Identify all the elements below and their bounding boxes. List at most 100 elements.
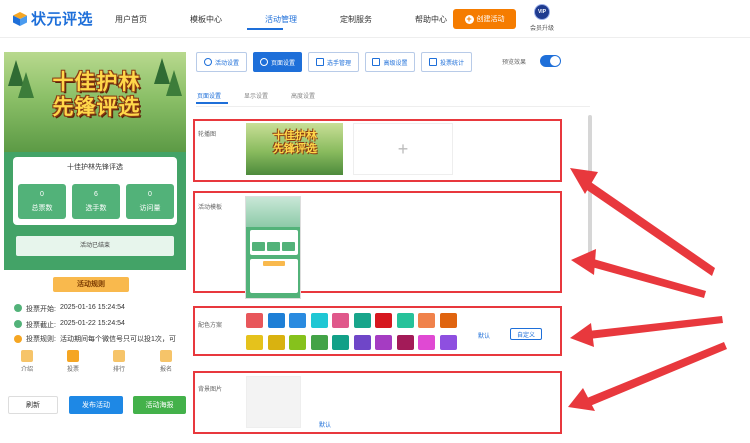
color-swatch[interactable] <box>332 313 349 328</box>
color-custom-button[interactable]: 自定义 <box>510 328 542 340</box>
color-swatch[interactable] <box>246 313 263 328</box>
color-swatch[interactable] <box>439 313 457 328</box>
color-swatch[interactable] <box>289 313 306 328</box>
stat-contestants: 6 选手数 <box>72 184 120 219</box>
color-swatch[interactable] <box>375 335 392 350</box>
preview-effect-toggle[interactable] <box>540 55 561 67</box>
color-swatch[interactable] <box>332 335 349 350</box>
settings-scrollbar[interactable] <box>588 115 592 265</box>
template-thumbnail[interactable] <box>245 196 301 299</box>
color-swatch[interactable] <box>267 335 285 350</box>
color-swatch[interactable] <box>353 335 371 350</box>
tab-label: 排行 <box>112 367 125 373</box>
carousel-image[interactable]: 十佳护林 先锋评选 <box>246 123 343 175</box>
carousel-upload-button[interactable]: + <box>353 123 453 175</box>
tab-signup[interactable]: 报名 <box>152 350 180 373</box>
nav-template-center[interactable]: 模板中心 <box>190 14 222 25</box>
color-default-link[interactable]: 默认 <box>478 331 490 340</box>
stat-visits: 0 访问量 <box>126 184 174 219</box>
stat-label: 总票数 <box>31 205 53 212</box>
activity-name: 十佳护林先锋评选 <box>67 164 123 171</box>
logo-text: 状元评选 <box>31 11 94 28</box>
vip-label: 会员升级 <box>529 26 554 32</box>
stat-value: 0 <box>148 191 152 198</box>
subtab-display-settings[interactable]: 显示设置 <box>244 91 268 100</box>
carousel-image-title: 十佳护林 先锋评选 <box>262 130 328 156</box>
rule-value: 2025-01-22 15:24:54 <box>59 320 125 327</box>
tab-contestant-management[interactable]: 选手管理 <box>308 52 359 72</box>
activity-poster-button[interactable]: 活动海报 <box>133 396 186 414</box>
nav-help-center[interactable]: 帮助中心 <box>415 14 447 25</box>
nav-custom-service[interactable]: 定制服务 <box>340 14 372 25</box>
subtab-height-settings[interactable]: 高度设置 <box>291 91 315 100</box>
tab-ranking[interactable]: 排行 <box>105 350 133 373</box>
color-scheme-label: 配色方案 <box>198 323 223 329</box>
stat-label: 选手数 <box>85 205 107 212</box>
tab-page-settings[interactable]: 页面设置 <box>253 52 302 72</box>
logo[interactable]: 状元评选 <box>12 8 93 29</box>
toolbar-label: 活动设置 <box>214 60 239 67</box>
template-label: 活动模板 <box>198 205 223 211</box>
sliders-icon <box>372 58 381 66</box>
tab-advanced-settings[interactable]: 高级设置 <box>365 52 415 72</box>
rule-value: 2025-01-16 15:24:54 <box>59 304 125 311</box>
vip-upgrade[interactable]: VIP 会员升级 <box>527 4 557 32</box>
subtab-page-settings[interactable]: 页面设置 <box>197 91 221 100</box>
rule-start: 投票开始: 2025-01-16 15:24:54 <box>14 304 125 314</box>
nav-activity-management[interactable]: 活动管理 <box>265 14 297 25</box>
tab-activity-settings[interactable]: 活动设置 <box>196 52 247 72</box>
color-swatch[interactable] <box>375 313 392 328</box>
banner-title-line2: 先锋评选 <box>52 96 141 119</box>
cube-logo-icon <box>13 11 27 26</box>
tab-vote[interactable]: 投票 <box>59 350 87 373</box>
toolbar-label: 选手管理 <box>326 60 351 67</box>
thumb-stat <box>282 242 295 251</box>
background-image-label: 背景图片 <box>198 387 223 393</box>
carousel-title-line1: 十佳护林 <box>273 130 317 142</box>
preview-effect-label: 预览效果 <box>502 60 527 66</box>
rule-label: 投票截止: <box>26 322 56 329</box>
stat-value: 0 <box>40 191 44 198</box>
color-swatch[interactable] <box>396 313 414 328</box>
refresh-button[interactable]: 刷新 <box>8 396 58 414</box>
background-default-link[interactable]: 默认 <box>319 420 331 429</box>
create-activity-button[interactable]: + 创建活动 <box>453 9 516 29</box>
arrow-to-color-scheme <box>570 316 723 347</box>
thumb-stat <box>252 242 265 251</box>
color-swatch[interactable] <box>396 335 414 350</box>
main-nav: 用户首页 模板中心 活动管理 定制服务 帮助中心 <box>115 14 490 25</box>
stat-value: 6 <box>94 191 98 198</box>
subtab-divider <box>196 106 590 107</box>
vip-badge-icon: VIP <box>534 4 550 20</box>
create-activity-label: 创建活动 <box>476 16 505 23</box>
color-swatch[interactable] <box>418 335 435 350</box>
color-swatch[interactable] <box>353 313 371 328</box>
color-swatch[interactable] <box>310 313 328 328</box>
background-image-placeholder[interactable] <box>246 376 301 428</box>
tab-vote-statistics[interactable]: 投票统计 <box>421 52 472 72</box>
carousel-label: 轮播图 <box>198 132 217 138</box>
rule-value: 活动期间每个微信号只可以投1次，可以对同一选手投1票 <box>59 336 176 343</box>
trophy-icon <box>113 350 125 362</box>
color-swatch[interactable] <box>289 335 306 350</box>
tab-intro[interactable]: 介绍 <box>13 350 41 373</box>
color-swatch[interactable] <box>267 313 285 328</box>
top-navigation-bar: 状元评选 用户首页 模板中心 活动管理 定制服务 帮助中心 + 创建活动 VIP… <box>0 0 750 38</box>
toolbar-label: 高级设置 <box>383 60 408 67</box>
intro-icon <box>21 350 33 362</box>
nav-active-indicator <box>247 28 283 30</box>
rules-title: 活动规则 <box>53 277 129 292</box>
color-swatch[interactable] <box>418 313 435 328</box>
nav-user-home[interactable]: 用户首页 <box>115 14 147 25</box>
preview-banner: 十佳护林 先锋评选 <box>4 52 186 152</box>
color-swatch[interactable] <box>439 335 457 350</box>
color-swatch[interactable] <box>310 335 328 350</box>
color-swatch[interactable] <box>246 335 263 350</box>
users-icon <box>315 58 324 66</box>
edit-icon <box>160 350 172 362</box>
publish-activity-button[interactable]: 发布活动 <box>69 396 123 414</box>
arrow-to-background <box>568 342 727 411</box>
tab-label: 介绍 <box>20 367 33 373</box>
tree-decoration <box>166 70 182 96</box>
stat-total-votes: 0 总票数 <box>18 184 66 219</box>
